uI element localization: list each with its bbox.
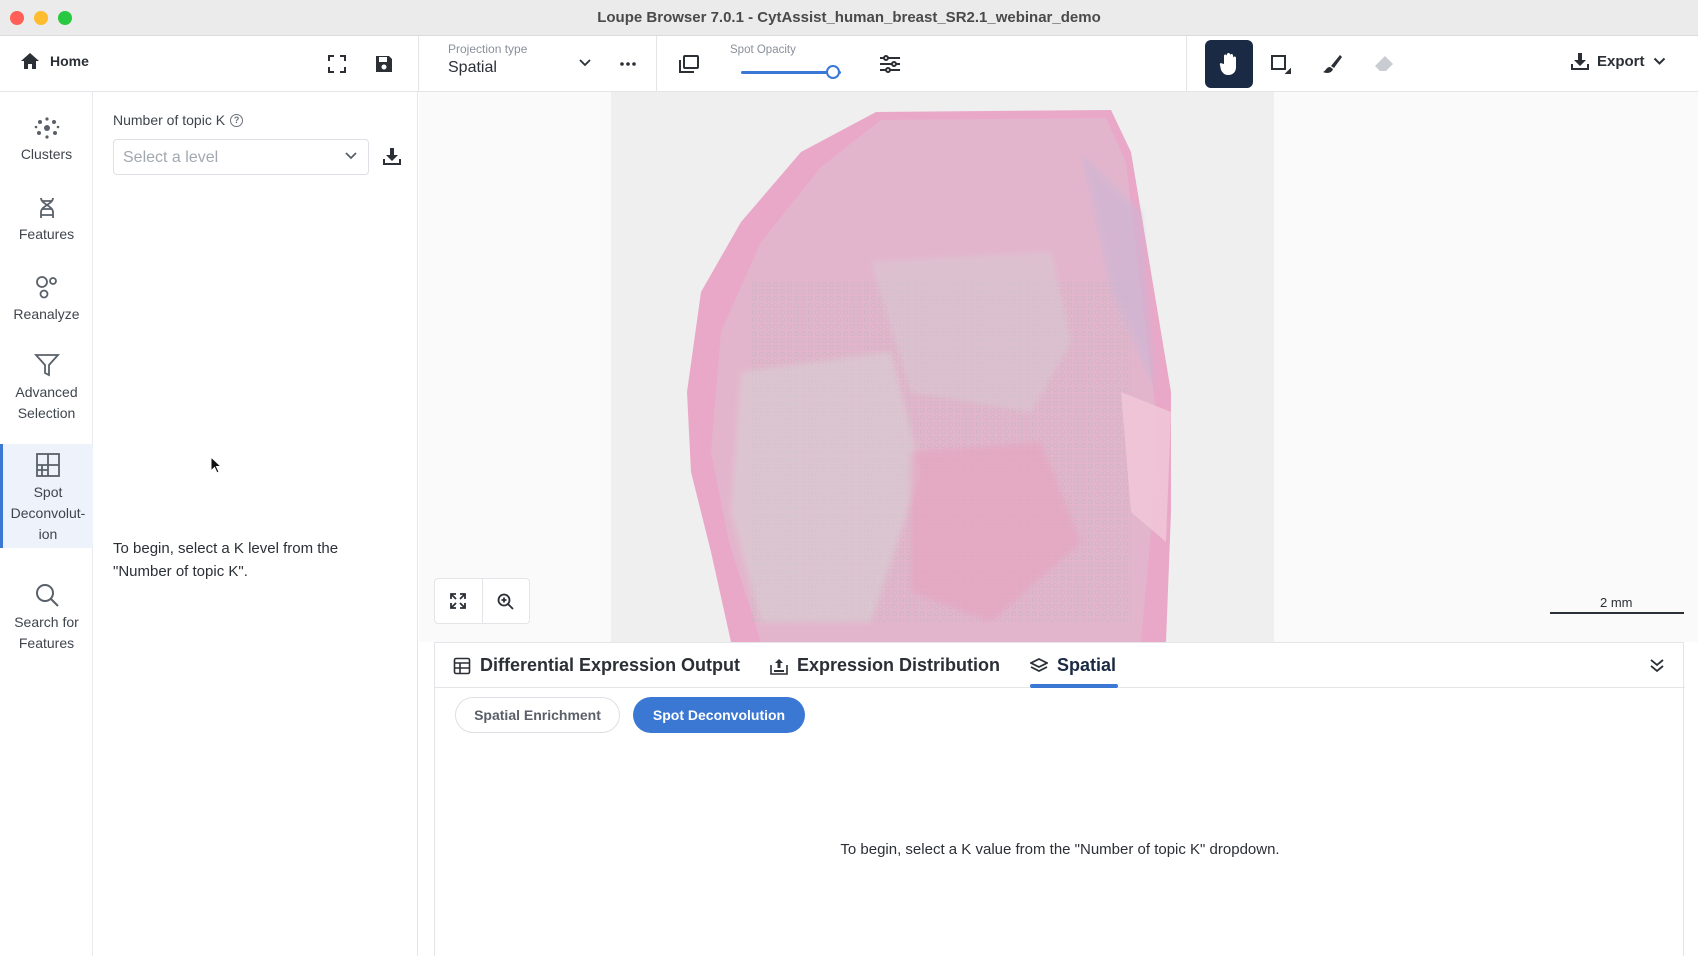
tab-label: Spatial [1057, 655, 1117, 675]
home-icon [21, 53, 39, 69]
rail-item-spot-deconvolution[interactable]: Spot Deconvolut-ion [0, 444, 93, 548]
zoom-in-button[interactable] [481, 579, 529, 623]
projection-type-value: Spatial [448, 59, 497, 76]
expand-icon [450, 593, 467, 609]
topic-k-label: Number of topic K [113, 112, 226, 128]
spot-opacity-label: Spot Opacity [730, 44, 796, 56]
rail-label-features: Features [18, 226, 75, 242]
filter-icon [33, 354, 60, 377]
rail-item-advanced-selection[interactable]: Advanced Selection [0, 352, 93, 424]
clusters-icon [34, 117, 59, 139]
rail-label-clusters: Clusters [20, 146, 73, 162]
scale-bar [1550, 612, 1684, 614]
image-layers-icon[interactable] [675, 50, 703, 78]
rail-label-advanced-selection: Advanced Selection [15, 384, 78, 421]
table-icon [453, 657, 471, 674]
window-title: Loupe Browser 7.0.1 - CytAssist_human_br… [597, 9, 1101, 26]
topic-k-select[interactable]: Select a level [113, 139, 369, 175]
rail-item-search-for-features[interactable]: Search for Features [0, 582, 93, 654]
rail-item-clusters[interactable]: Clusters [0, 116, 93, 165]
spot-deconvolution-panel: Number of topic K ? Select a level To be… [94, 92, 418, 956]
bottom-instruction-text: To begin, select a K value from the "Num… [840, 841, 1280, 858]
grid-icon [36, 453, 60, 477]
home-label: Home [50, 53, 89, 69]
projection-type-select[interactable]: Projection type Spatial [448, 42, 598, 77]
scale-bar-label: 2 mm [1600, 595, 1633, 610]
hand-icon [1219, 53, 1236, 75]
tab-expression-distribution[interactable]: Expression Distribution [770, 655, 1000, 676]
spatial-viewer[interactable]: 2 mm [419, 92, 1698, 642]
lasso-select-icon[interactable] [1266, 50, 1294, 78]
dna-icon [39, 197, 54, 218]
brush-icon[interactable] [1318, 50, 1346, 78]
tab-label: Differential Expression Output [480, 655, 741, 675]
title-bar: Loupe Browser 7.0.1 - CytAssist_human_br… [0, 0, 1698, 36]
download-icon[interactable] [383, 147, 401, 165]
active-tab-indicator [1030, 684, 1118, 688]
eraser-icon[interactable] [1370, 50, 1398, 78]
mouse-cursor-icon [210, 456, 222, 474]
fullscreen-icon[interactable] [323, 50, 351, 78]
export-label: Export [1597, 52, 1645, 70]
save-icon[interactable] [370, 50, 398, 78]
viewer-controls [434, 578, 530, 624]
upload-chart-icon [770, 658, 788, 675]
rail-label-search-for-features: Search for Features [14, 614, 79, 651]
chevron-down-icon [579, 59, 591, 67]
fit-to-view-button[interactable] [435, 579, 482, 623]
double-chevron-down-icon[interactable] [1649, 657, 1665, 673]
panel-instruction-text: To begin, select a K level from the "Num… [113, 540, 339, 580]
rail-item-features[interactable]: Features [0, 196, 93, 245]
zoom-in-icon [498, 593, 515, 610]
bottom-panel: Differential Expression Output Expressio… [434, 642, 1685, 956]
download-icon [1571, 53, 1589, 70]
chevron-down-icon [345, 152, 357, 160]
layers-icon [1030, 657, 1048, 672]
subtab-spot-deconvolution[interactable]: Spot Deconvolution [633, 697, 805, 733]
adjustments-icon[interactable] [876, 50, 904, 78]
left-rail: Clusters Features Reanalyze Advanced Sel… [0, 92, 93, 956]
pan-tool-button[interactable] [1205, 40, 1253, 88]
export-button[interactable]: Export [1571, 52, 1666, 70]
topic-k-select-placeholder: Select a level [123, 149, 219, 166]
bubbles-icon [35, 276, 57, 299]
subtab-spatial-enrichment[interactable]: Spatial Enrichment [455, 697, 620, 733]
search-icon [35, 584, 59, 607]
tab-differential-expression-output[interactable]: Differential Expression Output [453, 655, 740, 676]
bottom-tabs: Differential Expression Output Expressio… [435, 643, 1685, 688]
home-button[interactable]: Home [20, 52, 89, 70]
tab-spatial[interactable]: Spatial [1030, 655, 1116, 676]
projection-type-label: Projection type [448, 42, 528, 56]
help-icon[interactable]: ? [230, 113, 244, 127]
more-options-icon[interactable] [614, 50, 642, 78]
rail-item-reanalyze[interactable]: Reanalyze [0, 274, 93, 325]
spot-opacity-slider-handle[interactable] [826, 65, 840, 79]
toolbar: Home Projection type Spatial Spot Opacit… [0, 36, 1698, 92]
rail-label-spot-deconvolution: Spot Deconvolut-ion [10, 484, 86, 542]
chevron-down-icon [1653, 57, 1665, 65]
rail-label-reanalyze: Reanalyze [13, 306, 80, 322]
tissue-image [687, 110, 1171, 642]
topic-k-label-row: Number of topic K ? [113, 112, 244, 128]
tab-label: Expression Distribution [797, 655, 1001, 675]
